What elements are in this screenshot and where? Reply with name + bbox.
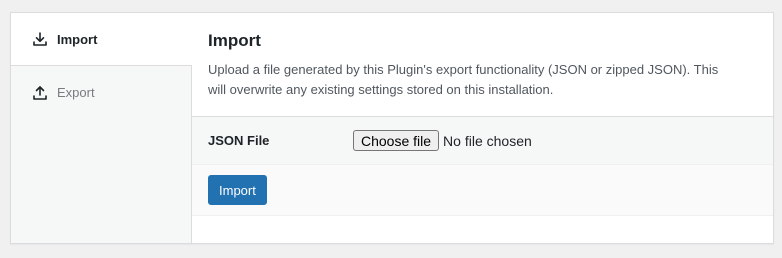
- import-button[interactable]: Import: [208, 175, 267, 205]
- tab-export[interactable]: Export: [11, 66, 191, 119]
- json-file-row: JSON File Choose file No file chosen: [192, 116, 773, 164]
- section-header: Import Upload a file generated by this P…: [192, 13, 773, 116]
- form-actions: Import: [192, 164, 773, 216]
- tab-import-label: Import: [57, 31, 98, 47]
- tab-export-label: Export: [57, 85, 95, 100]
- section-title: Import: [208, 31, 261, 50]
- tab-import[interactable]: Import: [11, 13, 192, 66]
- download-icon: [32, 31, 48, 47]
- file-status-text: No file chosen: [443, 132, 532, 149]
- choose-file-button[interactable]: Choose file: [353, 130, 440, 151]
- import-content: Import Upload a file generated by this P…: [192, 13, 773, 243]
- json-file-label: JSON File: [208, 133, 270, 148]
- tab-list: Import Export: [11, 13, 192, 243]
- json-file-input[interactable]: Choose file No file chosen: [353, 130, 532, 151]
- upload-icon: [32, 85, 48, 101]
- section-description: Upload a file generated by this Plugin's…: [208, 62, 719, 97]
- import-export-panel: Import Export Import Upload a file gener…: [10, 12, 774, 244]
